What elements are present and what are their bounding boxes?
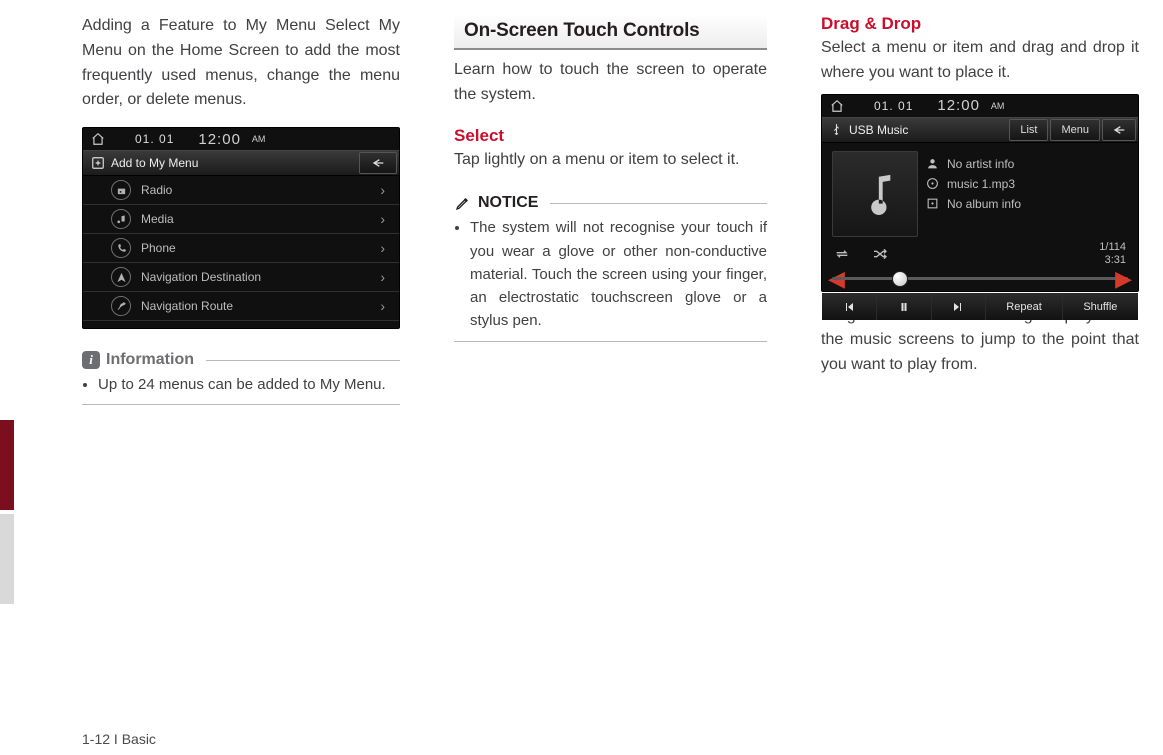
menu-row-media[interactable]: Media ›	[83, 205, 399, 234]
statusbar-date: 01. 01	[135, 132, 174, 146]
menu-row-label: Phone	[141, 241, 176, 255]
col1-intro: Adding a Feature to My Menu Select My Me…	[82, 14, 400, 113]
section-intro: Learn how to touch the screen to operate…	[454, 58, 767, 108]
artist-text: No artist info	[947, 157, 1014, 171]
artist-icon	[926, 157, 939, 170]
track-count: 1/114	[1099, 241, 1126, 254]
phone-icon	[111, 238, 131, 258]
home-icon	[830, 99, 844, 113]
menu-row-nav-destination[interactable]: Navigation Destination ›	[83, 263, 399, 292]
page-footer: 1-12 I Basic	[82, 731, 156, 747]
menu-row-label: Navigation Destination	[141, 270, 261, 284]
home-icon	[91, 132, 105, 146]
chevron-right-icon: ›	[380, 182, 385, 198]
screenshot-usb-music: 01. 01 12:00 AM USB Music List Menu	[821, 94, 1139, 292]
slider-thumb[interactable]	[892, 271, 908, 287]
back-icon	[370, 157, 386, 169]
back-icon	[1111, 124, 1127, 136]
usb-icon	[830, 123, 843, 136]
screen-title: Add to My Menu	[111, 156, 198, 170]
album-icon	[926, 197, 939, 210]
menu-row-label: Radio	[141, 183, 172, 197]
repeat-button[interactable]: Repeat	[986, 294, 1062, 320]
chevron-right-icon: ›	[380, 211, 385, 227]
route-icon	[111, 296, 131, 316]
menu-row-nav-route[interactable]: Navigation Route ›	[83, 292, 399, 321]
statusbar-ampm: AM	[252, 134, 266, 144]
info-icon: i	[82, 351, 100, 369]
pause-button[interactable]	[877, 294, 932, 320]
statusbar-ampm: AM	[991, 101, 1005, 111]
notice-heading: NOTICE	[454, 194, 767, 212]
chevron-right-icon: ›	[380, 298, 385, 314]
drag-drop-subheading: Drag & Drop	[821, 14, 1139, 34]
drag-drop-body: Select a menu or item and drag and drop …	[821, 36, 1139, 86]
statusbar-time: 12:00	[937, 97, 980, 114]
track-icon	[926, 177, 939, 190]
information-label: Information	[106, 351, 194, 369]
shuffle-button[interactable]: Shuffle	[1063, 294, 1138, 320]
shuffle-icon	[872, 248, 888, 260]
screen-title: USB Music	[849, 123, 908, 137]
chevron-right-icon: ›	[380, 240, 385, 256]
menu-row-radio[interactable]: Radio ›	[83, 176, 399, 205]
prev-button[interactable]	[822, 294, 877, 320]
pencil-icon	[454, 194, 472, 212]
back-button[interactable]	[359, 152, 397, 174]
radio-icon	[111, 180, 131, 200]
menu-row-label: Media	[141, 212, 174, 226]
album-art	[832, 151, 918, 237]
drag-right-arrow-icon: ▶	[1115, 267, 1132, 291]
chevron-right-icon: ›	[380, 269, 385, 285]
statusbar-date: 01. 01	[874, 99, 913, 113]
elapsed-time: 3:31	[1099, 254, 1126, 267]
album-text: No album info	[947, 197, 1021, 211]
list-button[interactable]: List	[1009, 119, 1048, 141]
select-body: Tap lightly on a menu or item to select …	[454, 148, 767, 173]
repeat-icon	[834, 248, 850, 260]
information-bullet: Up to 24 menus can be added to My Menu.	[98, 373, 400, 396]
destination-icon	[111, 267, 131, 287]
back-button[interactable]	[1102, 119, 1136, 141]
add-icon	[91, 156, 105, 170]
section-heading: On-Screen Touch Controls	[454, 14, 767, 50]
screenshot-add-to-my-menu: 01. 01 12:00 AM Add to My Menu Radio › Me…	[82, 127, 400, 329]
media-icon	[111, 209, 131, 229]
page-edge-tabs	[0, 420, 14, 604]
menu-button[interactable]: Menu	[1050, 119, 1100, 141]
information-heading: i Information	[82, 351, 400, 369]
notice-bullet: The system will not recognise your touch…	[470, 216, 767, 332]
select-subheading: Select	[454, 126, 767, 146]
progress-slider[interactable]: ◀ ▶	[832, 267, 1128, 291]
statusbar-time: 12:00	[198, 131, 241, 148]
notice-label: NOTICE	[478, 194, 538, 212]
menu-row-label: Navigation Route	[141, 299, 233, 313]
track-text: music 1.mp3	[947, 177, 1015, 191]
menu-row-phone[interactable]: Phone ›	[83, 234, 399, 263]
next-button[interactable]	[932, 294, 987, 320]
